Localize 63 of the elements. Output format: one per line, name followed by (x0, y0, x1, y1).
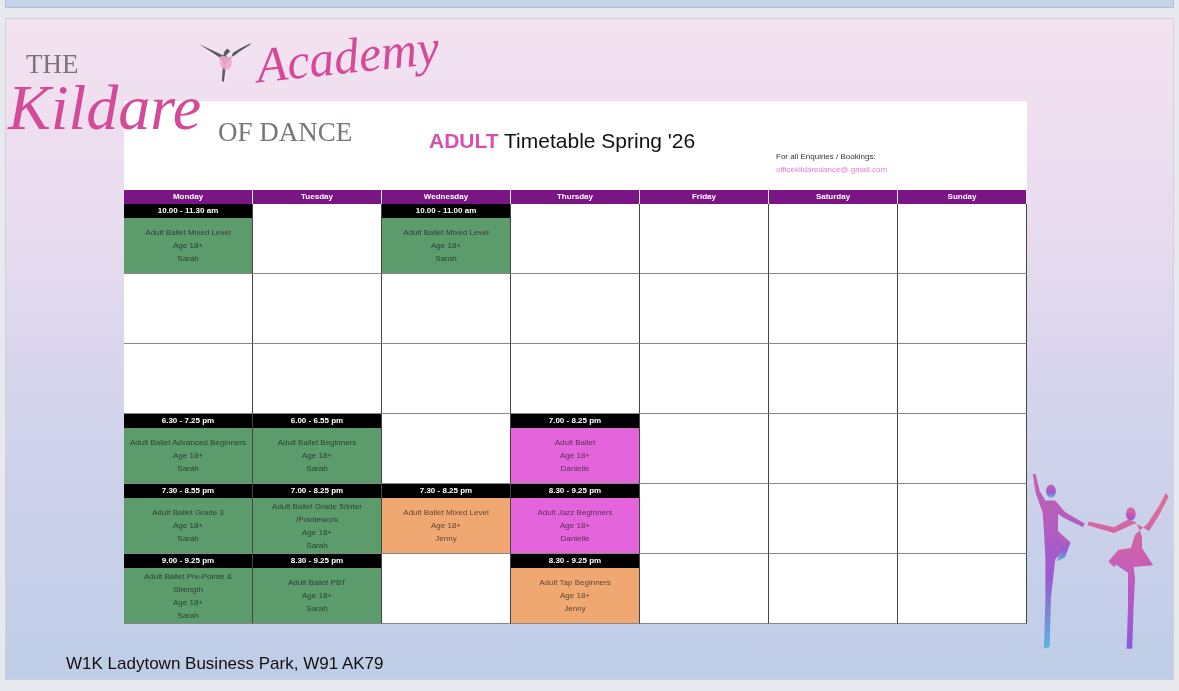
email-link[interactable]: officekildaredance@ gmail.com (776, 165, 888, 174)
class-teacher: Danielle (560, 463, 590, 475)
day-header: Sunday (898, 190, 1027, 204)
class-time: 7.00 - 8.25 pm (253, 484, 381, 498)
day-header: Tuesday (253, 190, 382, 204)
logo-text: THE (26, 49, 79, 80)
class-age: Age 18+ (302, 526, 332, 539)
class-time: 7.00 - 8.25 pm (511, 414, 639, 428)
class-time: 10.00 - 11.00 am (382, 204, 510, 218)
day-header: Friday (640, 190, 769, 204)
class-time: 6.30 - 7.25 pm (124, 414, 252, 428)
class-age: Age 18+ (173, 596, 203, 609)
class-age: Age 18+ (560, 520, 590, 532)
enquiries-label: For all Enquiries / Bookings: (776, 152, 877, 161)
day-header: Monday (124, 190, 253, 204)
class-name: Adult Ballet PBT (287, 577, 347, 589)
class-name: Adult Tap Beginners (539, 577, 611, 589)
logo-text: Academy (253, 21, 442, 91)
class-name: Adult Ballet Beginners (277, 437, 357, 449)
class-age: Age 18+ (173, 520, 203, 532)
class-teacher: Jenny (564, 603, 586, 615)
class-age: Age 18+ (560, 450, 590, 462)
class-age: Age 18+ (173, 240, 203, 252)
day-header: Wednesday (382, 190, 511, 204)
class-teacher: Sarah (306, 539, 328, 552)
class-name: Adult Ballet Mixed Level (403, 507, 489, 519)
class-name: Adult Ballet Grade 3 (152, 507, 224, 519)
class-name: Adult Ballet (554, 437, 596, 449)
class-teacher: Jenny (435, 533, 457, 545)
class-time: 8.30 - 9.25 pm (253, 554, 381, 568)
class-teacher: Sarah (306, 603, 328, 615)
class-teacher: Sarah (177, 253, 199, 265)
class-age: Age 18+ (302, 590, 332, 602)
timetable-title: ADULT Timetable Spring '26 (429, 129, 696, 153)
class-teacher: Sarah (177, 533, 199, 545)
class-time: 10.00 - 11.30 am (124, 204, 252, 218)
class-name: Adult Ballet Advanced Beginners (129, 437, 247, 449)
class-teacher: Danielle (560, 533, 590, 545)
class-time: 8.30 - 9.25 pm (511, 484, 639, 498)
class-time: 8.30 - 9.25 pm (511, 554, 639, 568)
day-header: Saturday (769, 190, 898, 204)
class-teacher: Sarah (177, 609, 199, 622)
class-time: 6.00 - 6.55 pm (253, 414, 381, 428)
class-age: Age 18+ (173, 450, 203, 462)
class-name: Adult Ballet Pre-Pointe & Strength (142, 570, 233, 596)
class-name: Adult Ballet Grade 5/Inter /Pointework (271, 500, 363, 526)
class-time: 9.00 - 9.25 pm (124, 554, 252, 568)
class-age: Age 18+ (302, 450, 332, 462)
class-name: Adult Ballet Mixed Level (145, 227, 231, 239)
class-age: Age 18+ (431, 240, 461, 252)
class-time: 7.30 - 8.25 pm (382, 484, 510, 498)
logo-text: OF DANCE (218, 117, 353, 148)
class-teacher: Sarah (177, 463, 199, 475)
logo-text: Kildare (8, 81, 202, 136)
day-header: Thursday (511, 190, 640, 204)
address-text: W1K Ladytown Business Park, W91 AK79 (66, 654, 384, 674)
class-name: Adult Ballet Mixed Level (403, 227, 489, 239)
class-age: Age 18+ (560, 590, 590, 602)
class-time: 7.30 - 8.55 pm (124, 484, 252, 498)
class-name: Adult Jazz Beginners (537, 507, 613, 519)
class-teacher: Sarah (435, 253, 457, 265)
class-teacher: Sarah (306, 463, 328, 475)
class-age: Age 18+ (431, 520, 461, 532)
